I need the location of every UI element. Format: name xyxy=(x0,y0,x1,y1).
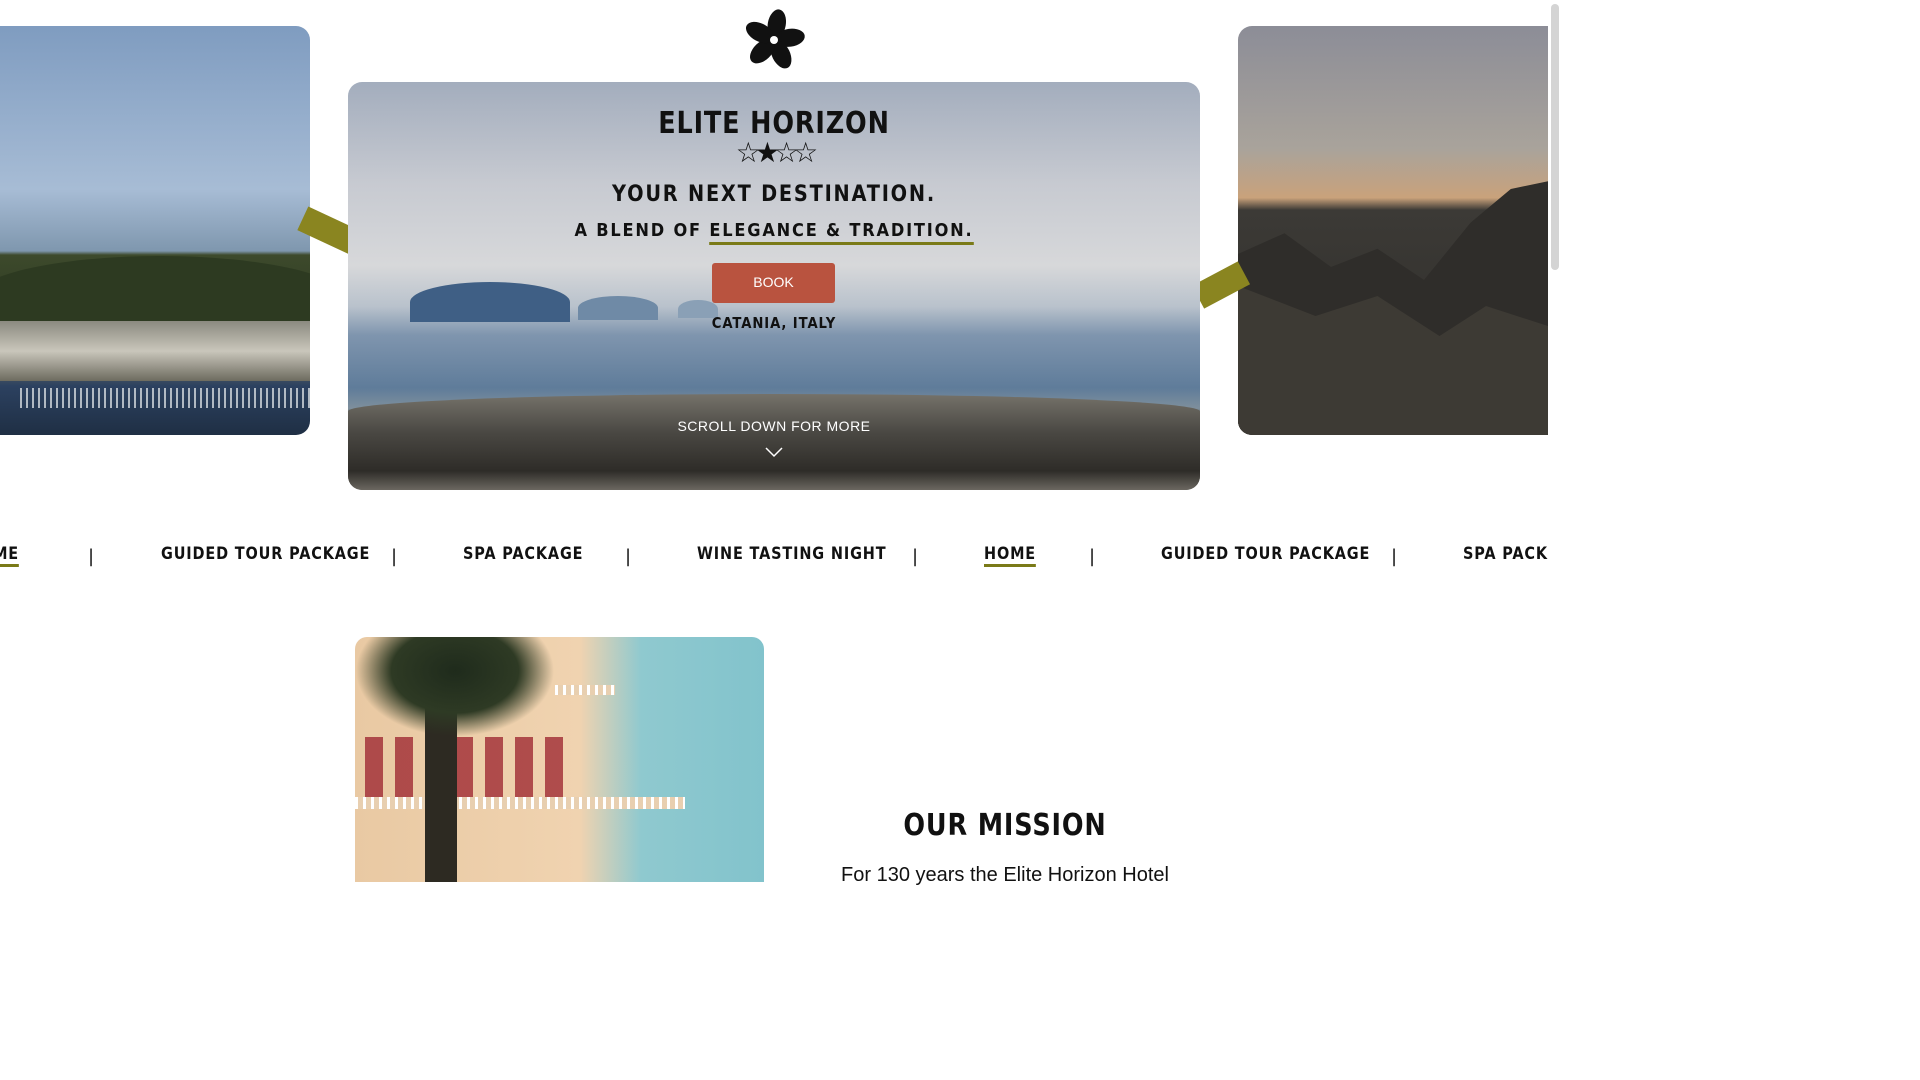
nav-separator: | xyxy=(1089,546,1096,567)
tagline-highlight: ELEGANCE & TRADITION. xyxy=(709,220,974,245)
nav-item-wine-tasting[interactable]: WINE TASTING NIGHT xyxy=(697,544,886,564)
nav-separator: | xyxy=(625,546,632,567)
nav-separator: | xyxy=(391,546,398,567)
scrollbar-thumb[interactable] xyxy=(1551,4,1559,270)
nav-item-home[interactable]: HOME xyxy=(984,544,1037,567)
nav-separator: | xyxy=(912,546,919,567)
chevron-down-icon[interactable] xyxy=(764,446,784,458)
flower-logo-icon[interactable] xyxy=(738,8,810,72)
nav-item-guided-tour[interactable]: GUIDED TOUR PACKAGE xyxy=(161,544,370,564)
nav-item-home[interactable]: HOME xyxy=(0,544,20,567)
mission-title: OUR MISSION xyxy=(903,808,1107,843)
mission-text: For 130 years the Elite Horizon Hotel xyxy=(841,864,1169,886)
nav-separator: | xyxy=(1391,546,1398,567)
tagline-main: YOUR NEXT DESTINATION. xyxy=(612,182,936,207)
nav-separator: | xyxy=(88,546,95,567)
hero-card: ELITE HORIZON ☆★☆☆ YOUR NEXT DESTINATION… xyxy=(348,82,1200,490)
book-button[interactable]: BOOK xyxy=(712,263,835,303)
nav-item-spa[interactable]: SPA PACKAGE xyxy=(1463,544,1548,564)
nav-item-spa[interactable]: SPA PACKAGE xyxy=(463,544,583,564)
nav-item-guided-tour[interactable]: GUIDED TOUR PACKAGE xyxy=(1161,544,1370,564)
tagline-secondary: A BLEND OF ELEGANCE & TRADITION. xyxy=(391,220,1158,245)
coast-photo-left xyxy=(0,26,310,435)
hotel-building-photo xyxy=(355,637,764,882)
package-nav: HOME | GUIDED TOUR PACKAGE | SPA PACKAGE… xyxy=(0,544,1548,574)
location-label: CATANIA, ITALY xyxy=(711,314,837,332)
tagline-prefix: A BLEND OF xyxy=(574,220,702,241)
mountain-photo-right xyxy=(1238,26,1548,435)
star-rating: ☆★☆☆ xyxy=(735,137,818,168)
brand-title: ELITE HORIZON xyxy=(658,106,890,141)
scroll-down-label[interactable]: SCROLL DOWN FOR MORE xyxy=(348,418,1200,434)
